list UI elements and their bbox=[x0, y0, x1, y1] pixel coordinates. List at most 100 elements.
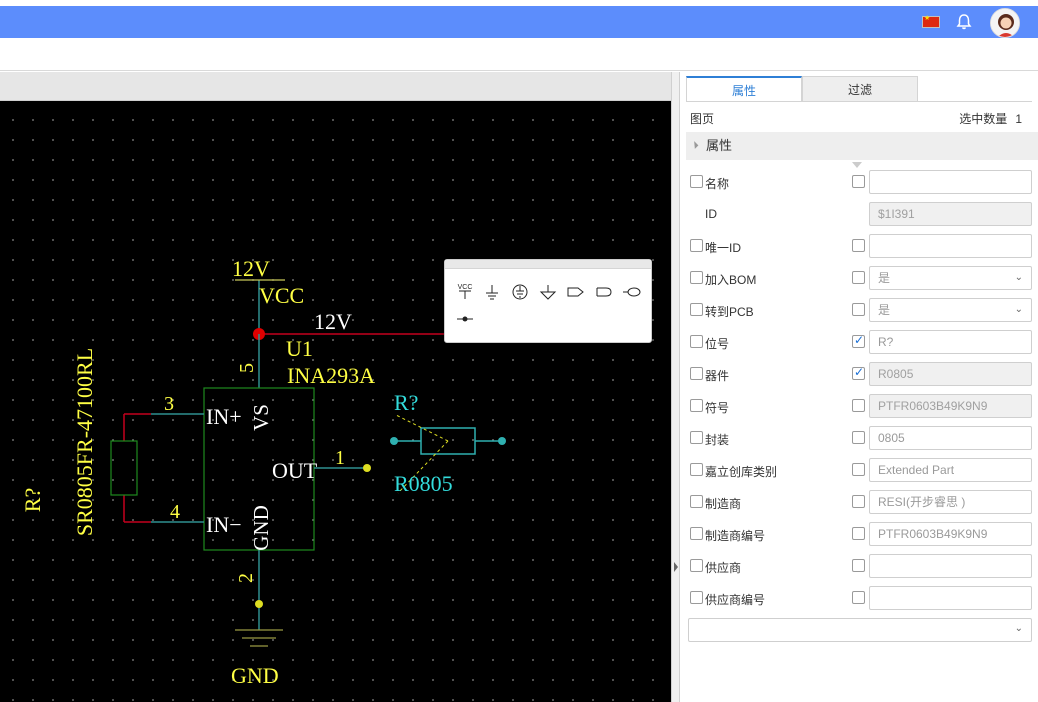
property-select[interactable]: 是 ⌄ bbox=[869, 266, 1032, 290]
property-input[interactable] bbox=[869, 586, 1032, 610]
row-select-checkbox[interactable] bbox=[690, 431, 703, 444]
row-select-checkbox[interactable] bbox=[690, 591, 703, 604]
property-label: 制造商编号 bbox=[705, 529, 766, 543]
schematic-canvas[interactable]: 12V VCC 12V 5 U1 INA293A VS IN+ IN− OUT … bbox=[0, 101, 671, 702]
show-on-canvas-checkbox[interactable] bbox=[852, 333, 865, 348]
show-on-canvas-checkbox[interactable] bbox=[852, 239, 865, 252]
vcc-power-icon[interactable]: VCC bbox=[454, 282, 476, 302]
property-input[interactable]: $1I391 bbox=[869, 202, 1032, 226]
pin4-number: 4 bbox=[170, 501, 180, 523]
row-select-checkbox[interactable] bbox=[690, 303, 703, 316]
tab-properties[interactable]: 属性 bbox=[686, 76, 802, 102]
property-row: 供应商 bbox=[690, 554, 1038, 578]
property-input[interactable] bbox=[869, 234, 1032, 258]
row-select-checkbox[interactable] bbox=[690, 239, 703, 252]
show-on-canvas-checkbox[interactable] bbox=[852, 495, 865, 508]
bell-icon[interactable] bbox=[954, 12, 974, 32]
earth-ground-icon[interactable] bbox=[509, 282, 531, 302]
property-input[interactable] bbox=[869, 170, 1032, 194]
pin2-end-dot bbox=[255, 600, 263, 608]
row-select-checkbox[interactable] bbox=[690, 335, 703, 348]
property-label: 加入BOM bbox=[705, 273, 757, 287]
show-on-canvas-checkbox[interactable] bbox=[852, 431, 865, 444]
net-label-top: 12V bbox=[232, 256, 270, 281]
net-flag-icon[interactable] bbox=[454, 309, 476, 329]
chevron-down-icon: ⌄ bbox=[1014, 272, 1023, 283]
property-row: 供应商编号 bbox=[690, 586, 1038, 610]
net-port-out-icon[interactable] bbox=[593, 282, 615, 302]
pin-vs-label: VS bbox=[249, 404, 273, 431]
row-select-checkbox[interactable] bbox=[690, 527, 703, 540]
property-label: 供应商 bbox=[705, 561, 742, 575]
show-on-canvas-checkbox[interactable] bbox=[852, 365, 865, 380]
property-value: R? bbox=[878, 335, 894, 349]
resistor-right-pin-l[interactable] bbox=[390, 437, 398, 445]
row-select-checkbox[interactable] bbox=[690, 559, 703, 572]
ground-icon[interactable] bbox=[481, 282, 503, 302]
resistor-left-part: SR0805FR-47100RL bbox=[72, 348, 97, 536]
property-input[interactable] bbox=[869, 554, 1032, 578]
property-input[interactable]: 0805 bbox=[869, 426, 1032, 450]
top-header bbox=[0, 0, 1038, 38]
property-value: 是 bbox=[878, 303, 891, 317]
property-label: 封装 bbox=[705, 433, 730, 447]
row-select-checkbox[interactable] bbox=[690, 175, 703, 188]
property-input[interactable]: PTFR0603B49K9N9 bbox=[869, 522, 1032, 546]
avatar[interactable] bbox=[990, 8, 1020, 38]
tab-filter[interactable]: 过滤 bbox=[802, 76, 918, 102]
show-on-canvas-checkbox[interactable] bbox=[852, 175, 865, 188]
collapse-icon[interactable] bbox=[690, 141, 699, 149]
row-select-checkbox[interactable] bbox=[690, 495, 703, 508]
resistor-right-designator: R? bbox=[394, 390, 418, 415]
show-on-canvas-checkbox[interactable] bbox=[852, 559, 865, 572]
power-symbol-label: VCC bbox=[259, 283, 304, 308]
svg-text:VCC: VCC bbox=[458, 284, 473, 291]
property-input[interactable]: R0805 bbox=[869, 362, 1032, 386]
pin3-number: 3 bbox=[164, 393, 174, 415]
chevron-down-icon: ⌄ bbox=[1014, 304, 1023, 315]
row-select-checkbox[interactable] bbox=[690, 463, 703, 476]
property-value: $1I391 bbox=[878, 207, 915, 221]
property-input[interactable]: RESI(开步睿思 ) bbox=[869, 490, 1032, 514]
show-on-canvas-checkbox[interactable] bbox=[852, 591, 865, 604]
pin-out-label: OUT bbox=[272, 458, 318, 483]
popup-header[interactable] bbox=[445, 260, 651, 269]
row-select-checkbox[interactable] bbox=[690, 399, 703, 412]
net-port-in-icon[interactable] bbox=[565, 282, 587, 302]
property-input[interactable]: PTFR0603B49K9N9 bbox=[869, 394, 1032, 418]
property-value: PTFR0603B49K9N9 bbox=[878, 527, 988, 541]
pin1-end-dot bbox=[363, 464, 371, 472]
property-input[interactable]: Extended Part bbox=[869, 458, 1032, 482]
net-port-bidir-icon[interactable] bbox=[621, 282, 643, 302]
property-row: 封装 0805 bbox=[690, 426, 1038, 450]
show-on-canvas-checkbox[interactable] bbox=[852, 303, 865, 316]
show-on-canvas-checkbox[interactable] bbox=[852, 271, 865, 284]
show-on-canvas-checkbox[interactable] bbox=[852, 463, 865, 476]
properties-section-header[interactable]: 属性 bbox=[686, 132, 1038, 160]
section-title: 属性 bbox=[706, 138, 733, 153]
bottom-select[interactable]: ⌄ bbox=[688, 618, 1032, 642]
resistor-right-pin-r[interactable] bbox=[498, 437, 506, 445]
property-label: 制造商 bbox=[705, 497, 742, 511]
row-select-checkbox[interactable] bbox=[690, 271, 703, 284]
property-value: 0805 bbox=[878, 431, 905, 445]
show-on-canvas-checkbox[interactable] bbox=[852, 399, 865, 412]
property-row: 制造商 RESI(开步睿思 ) bbox=[690, 490, 1038, 514]
resistor-left-body[interactable] bbox=[110, 440, 138, 496]
show-on-canvas-checkbox[interactable] bbox=[852, 527, 865, 540]
panel-splitter[interactable] bbox=[671, 72, 680, 702]
pin5-number: 5 bbox=[236, 363, 258, 373]
property-row: 嘉立创库类别 Extended Part bbox=[690, 458, 1038, 482]
signal-ground-icon[interactable] bbox=[537, 282, 559, 302]
property-select[interactable]: 是 ⌄ bbox=[869, 298, 1032, 322]
row-select-checkbox[interactable] bbox=[690, 367, 703, 380]
property-value: Extended Part bbox=[878, 463, 955, 477]
property-input[interactable]: R? bbox=[869, 330, 1032, 354]
selected-count-value: 1 bbox=[1015, 112, 1022, 126]
flag-cn-icon[interactable] bbox=[922, 14, 940, 28]
property-row: ID $1I391 bbox=[690, 202, 1038, 226]
selected-count-label: 选中数量 bbox=[959, 112, 1008, 126]
splitter-arrow-icon[interactable] bbox=[673, 552, 679, 582]
chevron-down-icon: ⌄ bbox=[1014, 623, 1023, 634]
property-panel: 属性 过滤 图页 选中数量 1 属性 名称 ID $1I391 唯一ID 加入BOM 是 ⌄ 转… bbox=[680, 72, 1038, 702]
